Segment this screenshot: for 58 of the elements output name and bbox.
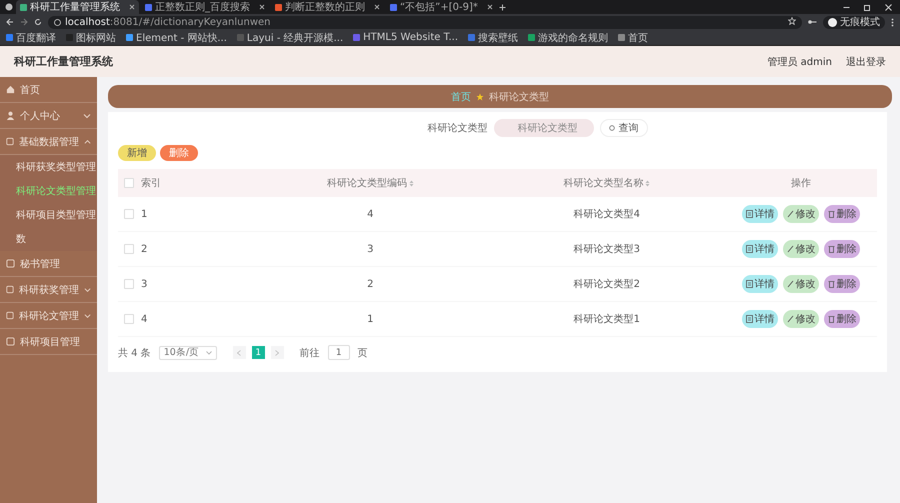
bookmark[interactable]: HTML5 Website T... (353, 32, 458, 43)
delete-button[interactable]: 删除 (824, 310, 860, 328)
table-cell: 2 (140, 232, 252, 266)
bookmark[interactable]: Element - 网站快... (126, 30, 227, 44)
column-header: 科研论文类型名称 (488, 169, 725, 197)
table-cell: 1 (252, 302, 488, 336)
bookmark[interactable]: 百度翻译 (6, 30, 56, 44)
browser-tab[interactable]: 科研工作量管理系统 (16, 0, 139, 14)
logout-link[interactable]: 退出登录 (846, 54, 886, 68)
edit-button[interactable]: 修改 (783, 310, 819, 328)
browser-tab[interactable]: 正整数正则_百度搜索 (141, 0, 269, 14)
search-label: 科研论文类型 (428, 122, 488, 135)
delete-button[interactable]: 删除 (824, 240, 860, 258)
breadcrumb-current: 科研论文类型 (489, 90, 549, 104)
table-cell: 4 (252, 197, 488, 232)
browser-tab[interactable]: “不包括”+[0-9]* (386, 0, 497, 14)
bookmark[interactable]: 图标网站 (66, 30, 116, 44)
address-bar[interactable]: localhost:8081/#/dictionaryKeyanlunwen (48, 16, 802, 28)
add-button[interactable]: 新增 (118, 145, 156, 161)
page-size-select[interactable]: 10条/页 (158, 346, 217, 360)
sidebar-subitem[interactable]: 科研项目类型管理 (0, 203, 97, 227)
column-header: 科研论文类型编码 (252, 169, 488, 197)
bookmark[interactable]: 搜索壁纸 (468, 30, 518, 44)
bookmark[interactable]: 游戏的命名规则 (528, 30, 608, 44)
edit-button[interactable]: 修改 (783, 240, 819, 258)
page-suffix: 页 (358, 346, 368, 360)
table-cell: 3 (252, 232, 488, 266)
bookmark[interactable]: Layui - 经典开源模... (236, 30, 344, 44)
page-input[interactable]: 1 (328, 345, 350, 360)
detail-button[interactable]: 详情 (742, 275, 778, 293)
sidebar-subitem[interactable]: 科研获奖类型管理 (0, 155, 97, 179)
total-count: 共 4 条 (118, 346, 151, 360)
delete-button[interactable]: 删除 (824, 205, 860, 223)
detail-button[interactable]: 详情 (742, 205, 778, 223)
search-field[interactable]: 科研论文类型 (494, 119, 594, 137)
detail-button[interactable]: 详情 (742, 240, 778, 258)
column-header: 索引 (140, 169, 252, 197)
profile-button[interactable]: 无痕模式 (823, 16, 885, 28)
edit-button[interactable]: 修改 (783, 275, 819, 293)
delete-button[interactable]: 删除 (824, 275, 860, 293)
column-header: 操作 (725, 169, 877, 197)
table-cell: 4 (140, 302, 252, 336)
search-button[interactable]: 查询 (600, 119, 648, 137)
table-cell: 2 (252, 266, 488, 302)
bookmark[interactable]: 首页 (618, 30, 648, 44)
sidebar-subitem[interactable]: 数 (0, 227, 97, 251)
detail-button[interactable]: 详情 (742, 310, 778, 328)
browser-tab[interactable]: 判断正整数的正则 (271, 0, 384, 14)
table-cell: 科研论文类型1 (488, 302, 725, 336)
app-title: 科研工作量管理系统 (14, 54, 113, 69)
user-name: 管理员 admin (767, 56, 832, 68)
goto-label: 前往 (300, 346, 320, 360)
table-cell: 科研论文类型3 (488, 232, 725, 266)
table-cell: 3 (140, 266, 252, 302)
table-cell: 1 (140, 197, 252, 232)
edit-button[interactable]: 修改 (783, 205, 819, 223)
table-cell: 科研论文类型4 (488, 197, 725, 232)
table-cell: 科研论文类型2 (488, 266, 725, 302)
